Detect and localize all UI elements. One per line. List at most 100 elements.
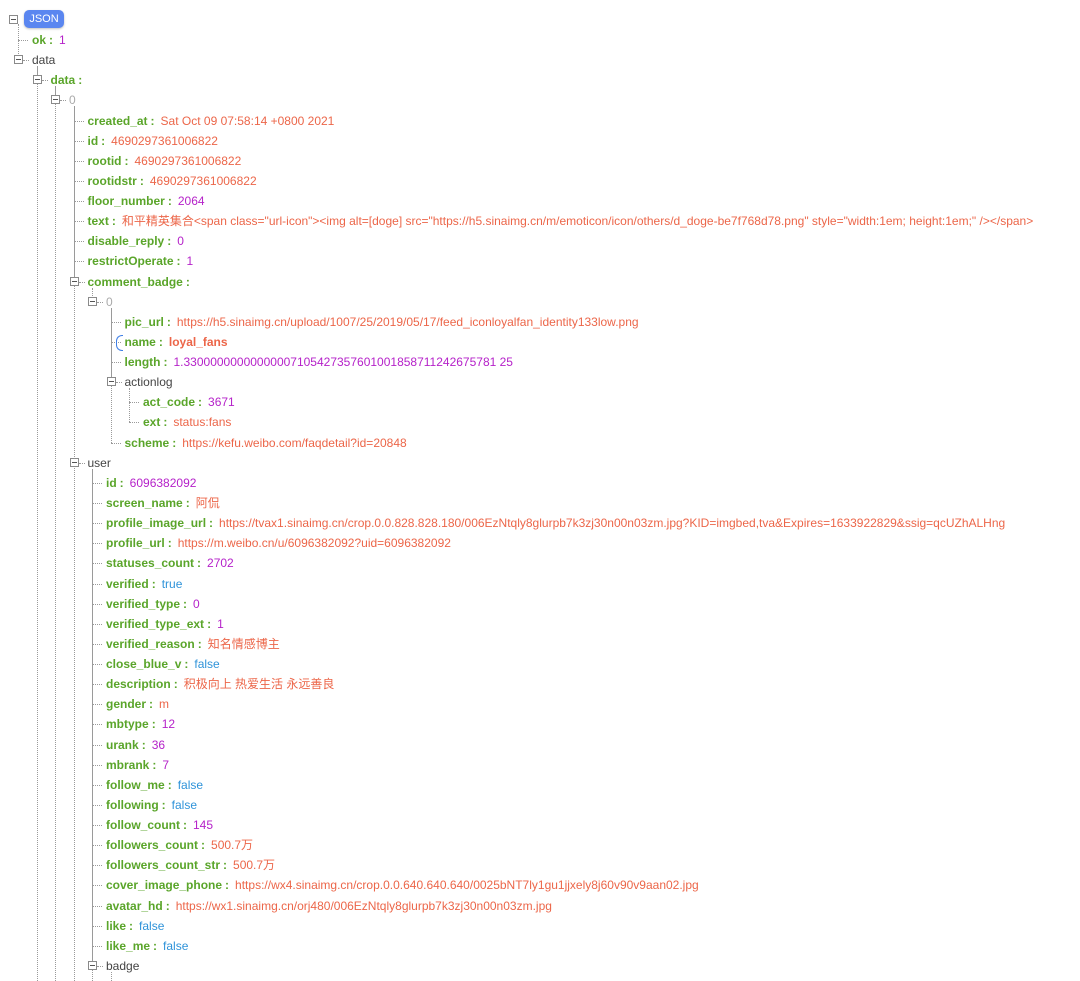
row-like-me[interactable]: like_me: false xyxy=(106,938,188,954)
row-following[interactable]: following: false xyxy=(106,797,197,813)
row-act-code[interactable]: act_code:3671 xyxy=(143,394,235,410)
key-colon: : xyxy=(139,173,144,188)
key-label: close_blue_v xyxy=(106,657,182,672)
row-followers-count[interactable]: followers_count:500.7万 xyxy=(106,837,253,853)
row-statuses-count[interactable]: statuses_count:2702 xyxy=(106,555,234,571)
collapse-icon[interactable] xyxy=(51,95,60,105)
object-label: data xyxy=(32,53,56,68)
value-number: 145 xyxy=(193,818,214,833)
collapse-icon[interactable] xyxy=(69,276,79,286)
row-verified[interactable]: verified: true xyxy=(106,576,182,592)
tree-branch-line xyxy=(73,120,84,122)
row-profile-url[interactable]: profile_url: https://m.weibo.cn/u/6096382… xyxy=(106,535,451,551)
key-colon: : xyxy=(225,878,230,893)
row-restrictoperate[interactable]: restrictOperate:1 xyxy=(88,253,194,269)
collapse-icon[interactable] xyxy=(32,75,42,85)
key-colon: : xyxy=(166,314,171,329)
tree-guide-line xyxy=(73,106,75,981)
node-data[interactable]: data xyxy=(32,52,55,68)
tree-branch-line xyxy=(23,60,29,62)
key-label: follow_count xyxy=(106,818,180,833)
row-length[interactable]: length:1.3300000000000000710542735760100… xyxy=(125,354,513,370)
node-actionlog[interactable]: actionlog xyxy=(125,374,173,390)
row-followers-count-str[interactable]: followers_count_str:500.7万 xyxy=(106,857,275,873)
tree-branch-line xyxy=(92,664,102,666)
row-description[interactable]: description: 积极向上 热爱生活 永远善良 xyxy=(106,676,334,692)
row-screen-name[interactable]: screen_name: 阿侃 xyxy=(106,495,220,511)
value-string: 积极向上 热爱生活 永远善良 xyxy=(183,677,335,692)
key-colon: : xyxy=(167,777,172,792)
row-floor-number[interactable]: floor_number:2064 xyxy=(88,193,205,209)
row-close-blue-v[interactable]: close_blue_v: false xyxy=(106,656,220,672)
row-id[interactable]: id:4690297361006822 xyxy=(88,133,218,149)
row-verified-type-ext[interactable]: verified_type_ext:1 xyxy=(106,616,224,632)
row-pic-url[interactable]: pic_url: https://h5.sinaimg.cn/upload/100… xyxy=(125,314,639,330)
key-colon: : xyxy=(101,133,106,148)
row-rootid[interactable]: rootid:4690297361006822 xyxy=(88,153,242,169)
row-follow-count[interactable]: follow_count:145 xyxy=(106,817,213,833)
row-text[interactable]: text: 和平精英集合<span class="url-icon"><img a… xyxy=(88,213,1034,229)
node-badge[interactable]: badge xyxy=(106,958,139,974)
key-label: ok xyxy=(32,33,47,47)
key-label: rootidstr xyxy=(87,173,137,188)
row-scheme[interactable]: scheme: https://kefu.weibo.com/faqdetail?… xyxy=(125,435,407,451)
key-colon: : xyxy=(173,677,178,692)
row-created-at[interactable]: created_at: Sat Oct 09 07:58:14 +0800 202… xyxy=(88,113,335,129)
tree-branch-line xyxy=(97,965,103,967)
row-data[interactable]: data: xyxy=(51,72,89,88)
value-boolean: false xyxy=(194,657,220,672)
value-number: 1 xyxy=(217,616,224,631)
row-verified-type[interactable]: verified_type:0 xyxy=(106,596,200,612)
row-profile-image-url[interactable]: profile_image_url: https://tvax1.sinaimg.… xyxy=(106,515,1005,531)
tree-branch-line xyxy=(129,422,139,424)
key-label: statuses_count xyxy=(106,556,195,571)
collapse-icon[interactable] xyxy=(14,55,23,65)
row-gender[interactable]: gender: m xyxy=(106,696,169,712)
node-user[interactable]: user xyxy=(88,455,111,471)
tree-guide-line xyxy=(129,388,130,423)
collapse-icon[interactable] xyxy=(88,960,97,970)
tree-guide-line xyxy=(55,86,56,981)
key-label: scheme xyxy=(124,435,170,450)
row-like[interactable]: like: false xyxy=(106,918,164,934)
collapse-icon[interactable] xyxy=(88,296,97,306)
row-verified-reason[interactable]: verified_reason: 知名情感博主 xyxy=(106,636,280,652)
key-label: urank xyxy=(106,737,139,752)
row-cover-image-phone[interactable]: cover_image_phone: https://wx4.sinaimg.cn… xyxy=(106,877,699,893)
node-0[interactable]: 0 xyxy=(69,92,76,108)
tree-branch-line xyxy=(92,905,102,907)
key-label: verified_type xyxy=(106,596,181,611)
key-label: floor_number xyxy=(87,194,165,209)
tree-branch-line xyxy=(92,704,102,706)
row-name[interactable]: name: loyal_fans xyxy=(125,334,228,350)
json-root-badge[interactable]: JSON xyxy=(24,10,64,28)
key-label: mbrank xyxy=(106,757,150,772)
row-id[interactable]: id:6096382092 xyxy=(106,475,196,491)
row-comment-badge[interactable]: comment_badge: xyxy=(88,274,196,290)
key-colon: : xyxy=(183,596,188,611)
node-0[interactable]: 0 xyxy=(106,294,113,310)
tree-branch-line xyxy=(78,281,85,283)
row-rootidstr[interactable]: rootidstr:4690297361006822 xyxy=(88,173,257,189)
collapse-icon[interactable] xyxy=(69,457,79,467)
key-label: length xyxy=(124,355,161,370)
value-string: 4690297361006822 xyxy=(111,133,218,148)
value-boolean: false xyxy=(171,797,198,812)
value-string: https://wx4.sinaimg.cn/crop.0.0.640.640.… xyxy=(235,878,699,893)
row-mbrank[interactable]: mbrank:7 xyxy=(106,757,169,773)
row-ok[interactable]: ok:1 xyxy=(32,32,66,48)
tree-branch-line xyxy=(110,321,121,323)
tree-branch-line xyxy=(92,724,102,726)
row-disable-reply[interactable]: disable_reply:0 xyxy=(88,233,184,249)
collapse-icon[interactable] xyxy=(106,377,116,387)
key-label: pic_url xyxy=(124,314,164,329)
value-string: 和平精英集合<span class="url-icon"><img alt=[d… xyxy=(121,214,1034,229)
row-ext[interactable]: ext: status:fans xyxy=(143,414,231,430)
row-mbtype[interactable]: mbtype:12 xyxy=(106,716,175,732)
row-avatar-hd[interactable]: avatar_hd: https://wx1.sinaimg.cn/orj480/… xyxy=(106,898,552,914)
root-collapse-icon[interactable] xyxy=(9,15,18,24)
row-follow-me[interactable]: follow_me: false xyxy=(106,777,203,793)
tree-branch-line xyxy=(92,684,102,686)
tree-branch-line xyxy=(92,825,102,827)
row-urank[interactable]: urank:36 xyxy=(106,737,165,753)
